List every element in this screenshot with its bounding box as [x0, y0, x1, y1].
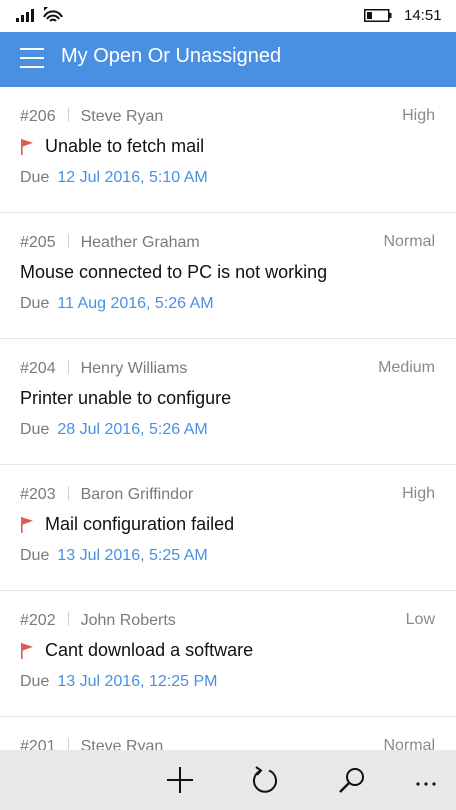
ticket-priority: Low [405, 611, 435, 628]
divider [67, 486, 69, 500]
divider [67, 612, 69, 626]
ticket-list: #206 Steve Ryan High Unable to fetch mail… [0, 87, 456, 750]
due-label: Due [20, 295, 50, 312]
flag-icon [21, 516, 33, 533]
ticket-requester: Steve Ryan [80, 108, 164, 125]
due-date: 13 Jul 2016, 12:25 PM [57, 673, 218, 690]
due-date: 28 Jul 2016, 5:26 AM [57, 421, 208, 438]
divider [67, 738, 69, 750]
hamburger-menu-icon[interactable] [20, 48, 44, 70]
due-date: 13 Jul 2016, 5:25 AM [57, 547, 208, 564]
refresh-icon[interactable] [249, 764, 281, 796]
ticket-subject: Mouse connected to PC is not working [20, 262, 328, 282]
ticket-meta: #206 Steve Ryan [20, 108, 163, 126]
more-icon[interactable] [410, 764, 442, 796]
status-bar: 14:51 [0, 0, 456, 32]
ticket-requester: Steve Ryan [80, 738, 164, 750]
ticket-subject-row: Mouse connected to PC is not working [20, 262, 327, 283]
ticket-id: #203 [20, 486, 56, 503]
ticket-priority: Normal [383, 737, 435, 750]
ticket-priority: High [402, 107, 435, 124]
ticket-priority: Medium [378, 359, 435, 376]
app-screen: 14:51 My Open Or Unassigned #206 Steve Ry… [0, 0, 456, 810]
ticket-list-item[interactable]: #205 Heather Graham Normal Mouse connecte… [0, 213, 456, 339]
ticket-meta: #202 John Roberts [20, 612, 176, 630]
ticket-meta: #203 Baron Griffindor [20, 486, 193, 504]
ticket-subject: Cant download a software [45, 640, 254, 660]
battery-icon [364, 9, 392, 22]
ticket-id: #206 [20, 108, 56, 125]
due-label: Due [20, 673, 50, 690]
ticket-id: #205 [20, 234, 56, 251]
signal-strength-icon [16, 8, 36, 22]
ticket-requester: Heather Graham [80, 234, 200, 251]
wifi-icon [43, 7, 63, 22]
status-time: 14:51 [404, 7, 442, 24]
ticket-id: #201 [20, 738, 56, 750]
due-label: Due [20, 169, 50, 186]
flag-icon [21, 138, 33, 155]
ticket-requester: Baron Griffindor [80, 486, 194, 503]
ticket-meta: #204 Henry Williams [20, 360, 187, 378]
ticket-id: #202 [20, 612, 56, 629]
ticket-subject: Unable to fetch mail [45, 136, 205, 156]
ticket-subject-row: Unable to fetch mail [20, 136, 204, 157]
ticket-priority: High [402, 485, 435, 502]
ticket-subject: Mail configuration failed [45, 514, 235, 534]
ticket-due: Due 13 Jul 2016, 5:25 AM [20, 547, 208, 565]
flag-icon [21, 642, 33, 659]
add-icon[interactable] [164, 764, 196, 796]
ticket-list-item[interactable]: #206 Steve Ryan High Unable to fetch mail… [0, 87, 456, 213]
ticket-meta: #201 Steve Ryan [20, 738, 163, 750]
ticket-id: #204 [20, 360, 56, 377]
ticket-subject-row: Mail configuration failed [20, 514, 234, 535]
due-label: Due [20, 421, 50, 438]
divider [67, 234, 69, 248]
ticket-due: Due 12 Jul 2016, 5:10 AM [20, 169, 208, 187]
ticket-due: Due 13 Jul 2016, 12:25 PM [20, 673, 217, 691]
ticket-due: Due 28 Jul 2016, 5:26 AM [20, 421, 208, 439]
bottom-app-bar [0, 750, 456, 810]
ticket-subject-row: Cant download a software [20, 640, 253, 661]
ticket-requester: Henry Williams [80, 360, 188, 377]
ticket-meta: #205 Heather Graham [20, 234, 200, 252]
due-label: Due [20, 547, 50, 564]
app-header: My Open Or Unassigned [0, 32, 456, 87]
ticket-list-item[interactable]: #201 Steve Ryan Normal [0, 717, 456, 750]
ticket-list-item[interactable]: #202 John Roberts Low Cant download a sof… [0, 591, 456, 717]
search-icon[interactable] [336, 764, 368, 796]
divider [67, 108, 69, 122]
due-date: 12 Jul 2016, 5:10 AM [57, 169, 208, 186]
ticket-due: Due 11 Aug 2016, 5:26 AM [20, 295, 214, 313]
ticket-subject: Printer unable to configure [20, 388, 232, 408]
page-title: My Open Or Unassigned [61, 45, 282, 67]
ticket-list-item[interactable]: #203 Baron Griffindor High Mail configura… [0, 465, 456, 591]
ticket-subject-row: Printer unable to configure [20, 388, 231, 409]
divider [67, 360, 69, 374]
ticket-priority: Normal [383, 233, 435, 250]
due-date: 11 Aug 2016, 5:26 AM [57, 295, 214, 312]
ticket-list-item[interactable]: #204 Henry Williams Medium Printer unable… [0, 339, 456, 465]
ticket-requester: John Roberts [80, 612, 176, 629]
